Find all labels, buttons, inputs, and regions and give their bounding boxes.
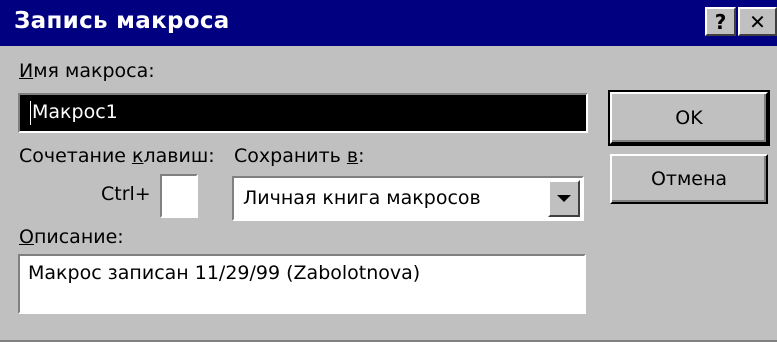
shortcut-label-accel: к <box>132 145 144 167</box>
description-value: Макрос записан 11/29/99 (Zabolotnova) <box>28 262 421 284</box>
store-in-label-post: : <box>358 145 365 167</box>
description-label-text: писание: <box>33 226 124 248</box>
store-in-selected: Личная книга макросов <box>243 187 481 209</box>
ctrl-prefix: Ctrl+ <box>101 183 151 205</box>
text-caret <box>30 101 31 125</box>
description-label-accel: О <box>19 226 34 248</box>
ok-button[interactable]: OK <box>608 90 770 146</box>
macro-name-label-accel: И <box>19 60 34 82</box>
store-in-label-pre: Сохранить <box>234 145 347 167</box>
macro-name-label: Имя макроса: <box>19 60 155 82</box>
help-button[interactable]: ? <box>705 7 736 36</box>
store-in-dropdown-button[interactable] <box>548 180 580 217</box>
help-icon: ? <box>714 9 727 34</box>
shortcut-label: Сочетание клавиш: <box>19 145 215 167</box>
shortcut-label-pre: Сочетание <box>19 145 133 167</box>
cancel-button[interactable]: Отмена <box>610 154 768 204</box>
store-in-select[interactable]: Личная книга макросов <box>232 176 584 221</box>
window-title: Запись макроса <box>14 8 230 34</box>
cancel-button-label: Отмена <box>650 168 728 190</box>
store-in-label: Сохранить в: <box>234 145 365 167</box>
title-bar[interactable]: Запись макроса ? ✕ <box>0 0 777 46</box>
record-macro-dialog: Запись макроса ? ✕ Имя макроса: Макрос1 … <box>0 0 777 342</box>
shortcut-key-input[interactable] <box>160 174 198 218</box>
description-label: Описание: <box>19 226 124 248</box>
close-button[interactable]: ✕ <box>738 7 777 36</box>
macro-name-label-text: мя макроса: <box>33 60 155 82</box>
description-textarea[interactable]: Макрос записан 11/29/99 (Zabolotnova) <box>18 254 586 314</box>
macro-name-input[interactable]: Макрос1 <box>18 93 588 133</box>
close-icon: ✕ <box>749 9 766 34</box>
shortcut-label-post: лавиш: <box>143 145 215 167</box>
macro-name-value: Макрос1 <box>32 101 118 123</box>
chevron-down-icon <box>557 195 571 202</box>
store-in-label-accel: в <box>346 145 359 167</box>
ok-button-label: OK <box>675 107 703 129</box>
